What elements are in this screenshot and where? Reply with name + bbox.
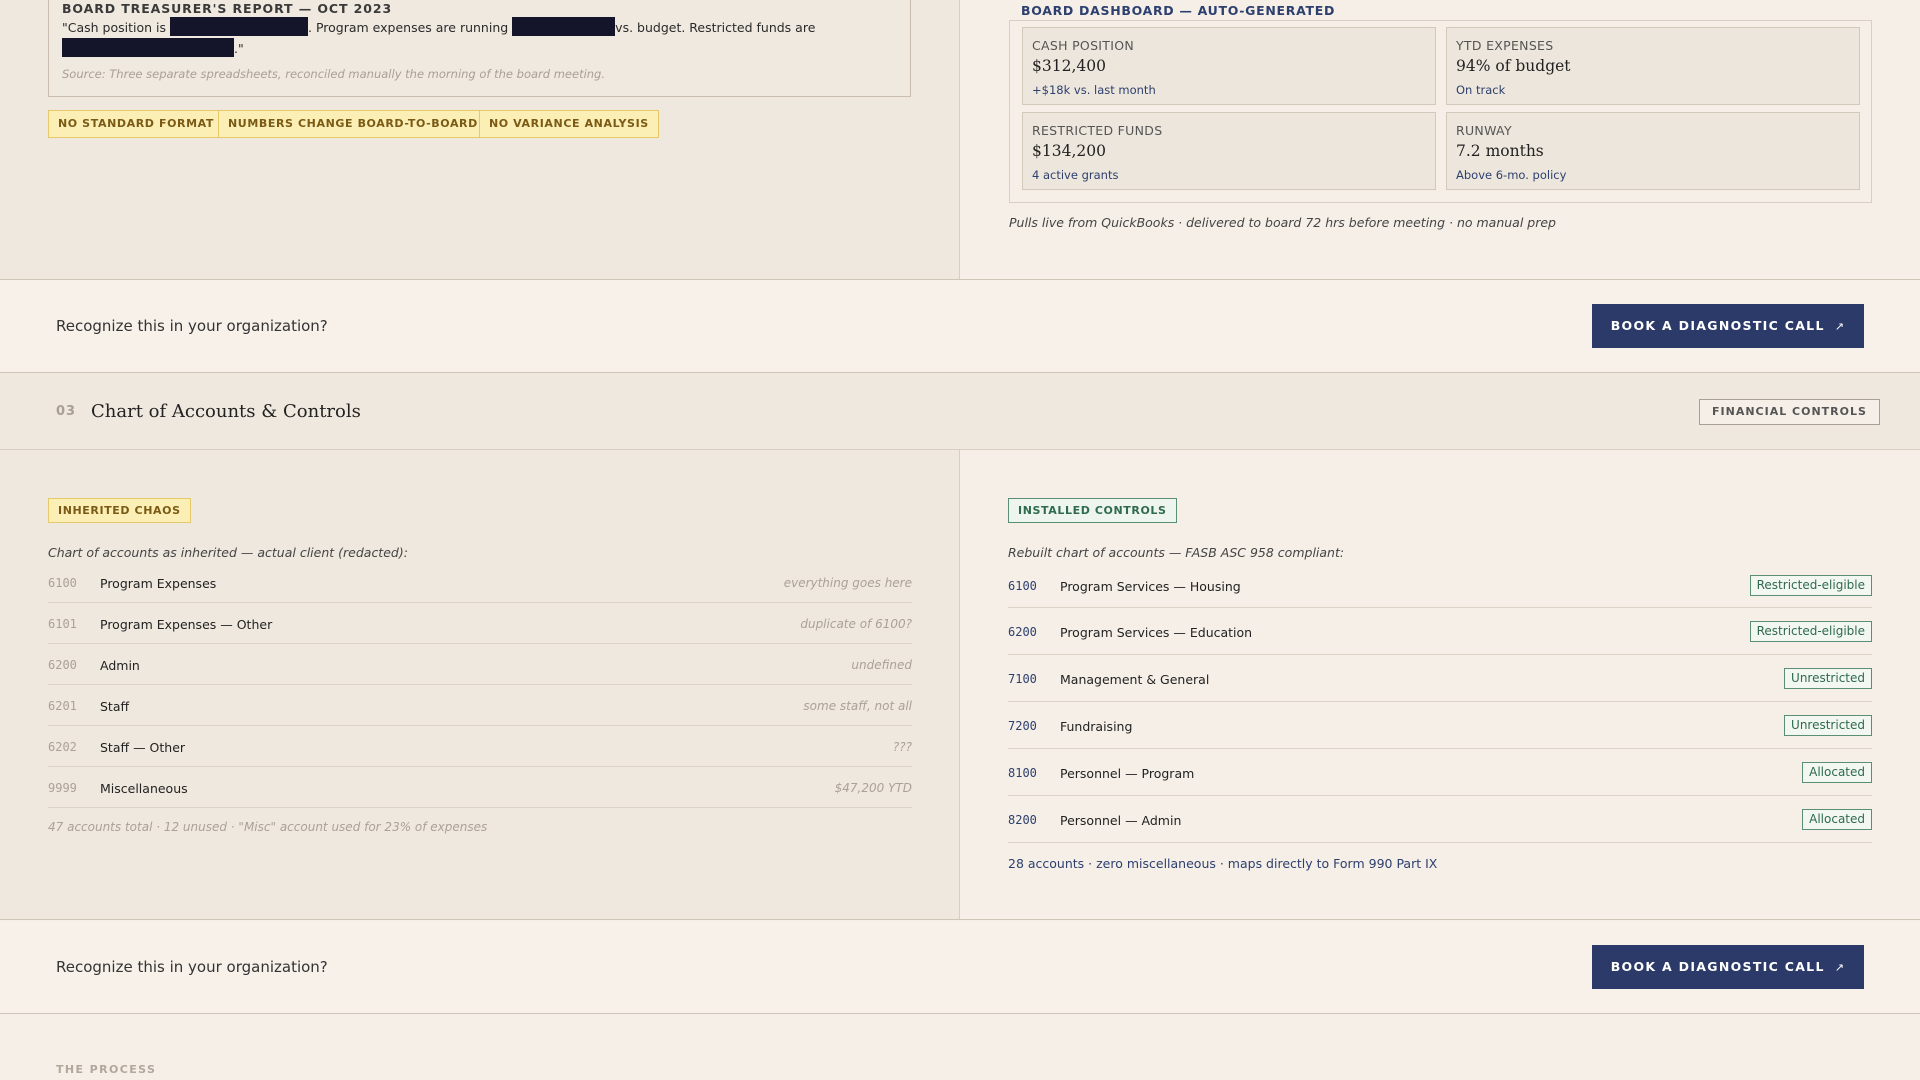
kpi-card-expenses: YTD EXPENSES 94% of budget On track — [1446, 27, 1860, 105]
book-diagnostic-call-button[interactable]: BOOK A DIAGNOSTIC CALL ↗ — [1592, 945, 1864, 989]
account-row: 9999 Miscellaneous $47,200 YTD — [48, 767, 912, 808]
account-row: 8200 Personnel — Admin Allocated — [1008, 796, 1872, 843]
account-row: 7100 Management & General Unrestricted — [1008, 655, 1872, 702]
status-badge: Restricted-eligible — [1749, 575, 1872, 596]
report-title: BOARD TREASURER'S REPORT — OCT 2023 — [62, 1, 393, 16]
account-row: 6100 Program Services — Housing Restrict… — [1008, 569, 1872, 608]
redaction-bar — [62, 38, 234, 57]
inherited-intro: Chart of accounts as inherited — actual … — [48, 545, 408, 560]
dashboard-title: BOARD DASHBOARD — AUTO-GENERATED — [1021, 3, 1336, 18]
inherited-chart-panel: INHERITED CHAOS Chart of accounts as inh… — [0, 450, 960, 919]
report-quote: "Cash position is . Program expenses are… — [62, 17, 892, 59]
inherited-chaos-tag: INHERITED CHAOS — [48, 498, 191, 523]
board-dashboard: CASH POSITION $312,400 +$18k vs. last mo… — [1009, 20, 1872, 203]
account-row: 6201 Staff some staff, not all — [48, 685, 912, 726]
problem-tag: NUMBERS CHANGE BOARD-TO-BOARD — [218, 110, 488, 138]
installed-controls-panel: INSTALLED CONTROLS Rebuilt chart of acco… — [960, 450, 1920, 919]
account-row: 6200 Program Services — Education Restri… — [1008, 608, 1872, 655]
status-badge: Unrestricted — [1784, 715, 1872, 736]
problem-tag: NO VARIANCE ANALYSIS — [479, 110, 659, 138]
section-badge: FINANCIAL CONTROLS — [1699, 399, 1880, 425]
installed-intro: Rebuilt chart of accounts — FASB ASC 958… — [1008, 545, 1345, 560]
kpi-card-cash: CASH POSITION $312,400 +$18k vs. last mo… — [1022, 27, 1436, 105]
comparison-section-top: BOARD TREASURER'S REPORT — OCT 2023 "Cas… — [0, 0, 1920, 280]
dashboard-note: Pulls live from QuickBooks · delivered t… — [1009, 215, 1556, 230]
cta-prompt: Recognize this in your organization? — [56, 958, 328, 976]
status-badge: Restricted-eligible — [1749, 621, 1872, 642]
account-row: 6100 Program Expenses everything goes he… — [48, 569, 912, 603]
status-badge: Allocated — [1802, 809, 1872, 830]
before-panel: BOARD TREASURER'S REPORT — OCT 2023 "Cas… — [0, 0, 960, 279]
section-title: Chart of Accounts & Controls — [91, 401, 361, 422]
kpi-card-runway: RUNWAY 7.2 months Above 6-mo. policy — [1446, 112, 1860, 190]
external-arrow-icon: ↗ — [1834, 320, 1846, 333]
account-row: 6202 Staff — Other ??? — [48, 726, 912, 767]
account-row: 6200 Admin undefined — [48, 644, 912, 685]
kpi-card-restricted: RESTRICTED FUNDS $134,200 4 active grant… — [1022, 112, 1436, 190]
section-number: 03 — [56, 404, 77, 419]
installed-footer: 28 accounts · zero miscellaneous · maps … — [1008, 856, 1438, 871]
after-panel: CASH POSITION $312,400 +$18k vs. last mo… — [960, 0, 1920, 279]
cta-row: Recognize this in your organization? BOO… — [0, 921, 1920, 1014]
status-badge: Allocated — [1802, 762, 1872, 783]
redaction-bar — [170, 17, 308, 36]
installed-controls-tag: INSTALLED CONTROLS — [1008, 498, 1177, 523]
problem-tag: NO STANDARD FORMAT — [48, 110, 224, 138]
cta-prompt: Recognize this in your organization? — [56, 317, 328, 335]
status-badge: Unrestricted — [1784, 668, 1872, 689]
inherited-footer: 47 accounts total · 12 unused · "Misc" a… — [48, 820, 488, 834]
external-arrow-icon: ↗ — [1834, 961, 1846, 974]
account-row: 7200 Fundraising Unrestricted — [1008, 702, 1872, 749]
report-source: Source: Three separate spreadsheets, rec… — [62, 67, 606, 81]
process-section-label: THE PROCESS — [56, 1063, 157, 1076]
treasurer-report-card: BOARD TREASURER'S REPORT — OCT 2023 "Cas… — [48, 0, 911, 97]
accounts-comparison: INHERITED CHAOS Chart of accounts as inh… — [0, 450, 1920, 920]
book-diagnostic-call-button[interactable]: BOOK A DIAGNOSTIC CALL ↗ — [1592, 304, 1864, 348]
cta-row: Recognize this in your organization? BOO… — [0, 280, 1920, 373]
section-header: 03 Chart of Accounts & Controls FINANCIA… — [0, 373, 1920, 450]
redaction-bar — [512, 17, 616, 36]
account-row: 8100 Personnel — Program Allocated — [1008, 749, 1872, 796]
account-row: 6101 Program Expenses — Other duplicate … — [48, 603, 912, 644]
